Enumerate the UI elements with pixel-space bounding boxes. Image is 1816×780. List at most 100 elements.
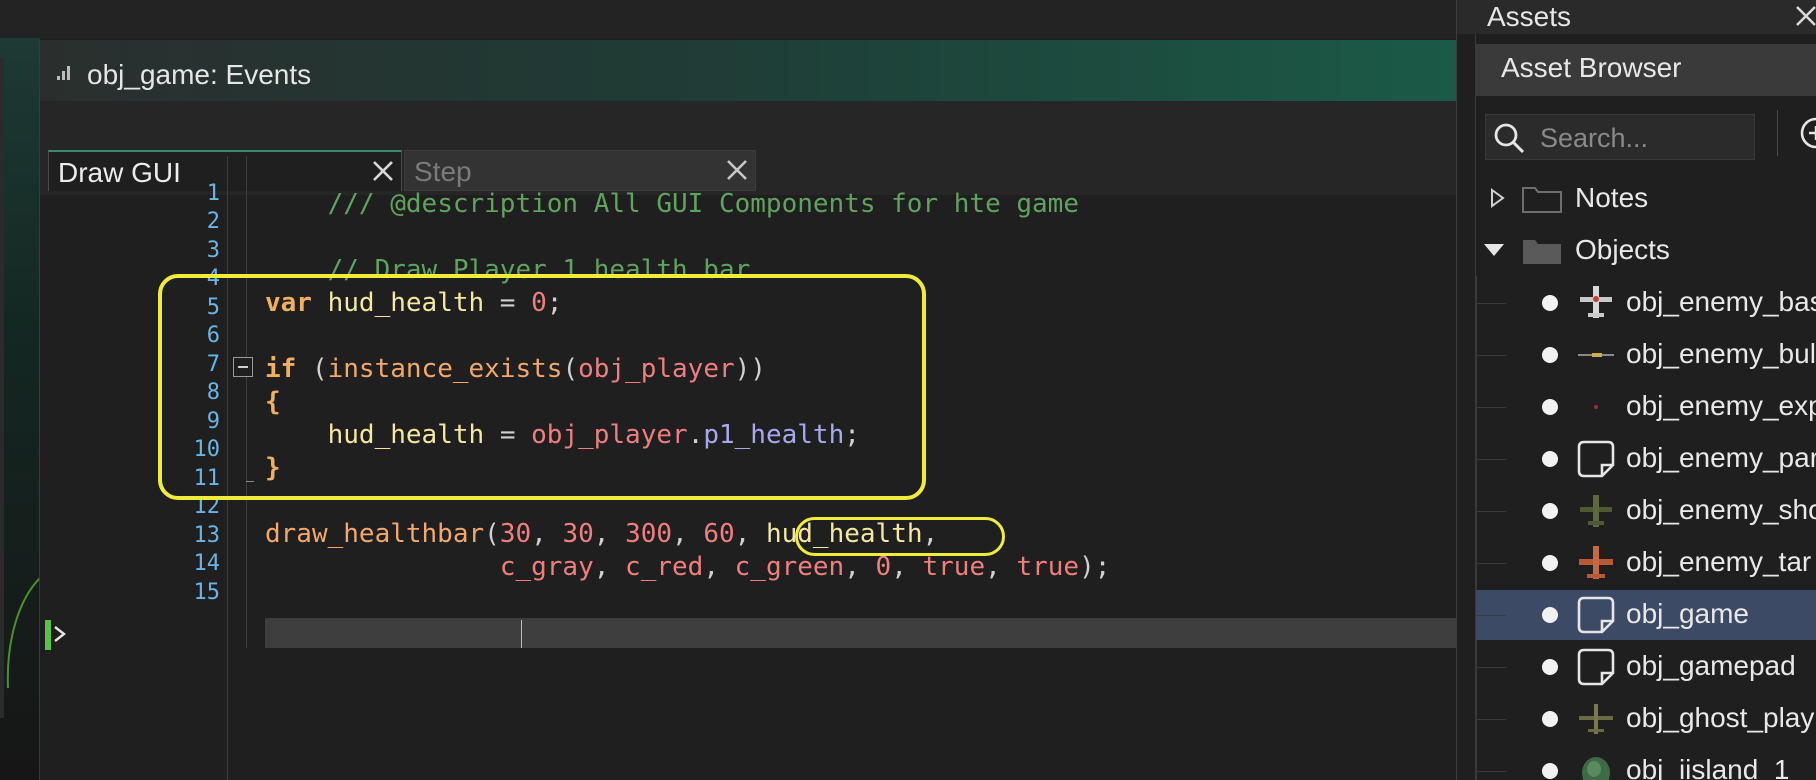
number: 0 [531,288,547,318]
variable: hud_health [311,288,485,318]
object-name: obj_player [531,420,688,450]
tree-item[interactable]: obj_enemy_tar [1476,538,1816,588]
code-line-8: { [265,386,281,419]
item-label: obj_ghost_play [1626,702,1815,733]
close-icon[interactable] [1793,3,1816,29]
operator: = [484,420,532,450]
tree-item[interactable]: obj_enemy_par [1476,434,1816,484]
punctuation: . [687,420,704,450]
punctuation: , [593,519,626,549]
tree-folder-notes[interactable]: Notes [1476,174,1816,224]
assets-header[interactable]: Assets [1457,0,1816,34]
object-icon [1577,440,1615,478]
folder-label: Objects [1575,234,1670,265]
number: 30 [562,519,594,549]
item-label: obj_enemy_tar [1626,546,1812,577]
folder-icon [1522,187,1562,213]
status-dot [1542,555,1558,571]
top-toolbar [0,0,1456,38]
line-number-gutter: 1 2 3 4 5 6 7 8 9 10 11 12 13 14 15 [40,181,228,780]
punctuation: ( [562,354,579,384]
tree-item[interactable]: obj_ghost_play [1476,694,1816,744]
number: 60 [703,519,735,549]
punctuation: ( [484,519,500,549]
tree-item[interactable]: obj_enemy_bas [1476,278,1816,328]
line-number: 12 [193,494,221,519]
tree-item[interactable]: obj_enemy_exp [1476,382,1816,432]
line-number: 5 [206,295,220,320]
plane-sprite-icon [1580,495,1612,527]
punctuation: , [985,552,1017,582]
comment: /// @description All GUI Components for … [327,189,1079,219]
chevron-down-icon[interactable] [1484,240,1504,260]
tree-item[interactable]: obj_enemy_bul [1476,330,1816,380]
line-number: 10 [193,437,221,462]
tree-folder-objects[interactable]: Objects [1476,226,1816,276]
brace: { [265,387,281,417]
explosion-sprite-icon [1594,405,1598,409]
object-icon [1577,596,1615,634]
item-label: obj_gamepad [1626,650,1796,681]
resize-grip-icon[interactable] [57,66,71,80]
tree-item[interactable]: obj_gamepad [1476,642,1816,692]
bookmark-marker [45,620,51,650]
punctuation: , [734,519,766,549]
tree-branch [1476,771,1506,772]
keyword: var [265,288,312,318]
assets-panel: Assets Asset Browser Notes [1456,0,1816,780]
constant: c_red [625,552,704,582]
fold-guide [246,156,247,648]
tree-branch [1476,615,1506,616]
item-label: obj_game [1626,598,1749,629]
search-icon [1494,123,1525,154]
tree-item-selected[interactable]: obj_game [1476,590,1816,640]
comment: // Draw Player 1 health bar [327,255,751,285]
punctuation: ; [844,420,860,450]
line-number: 3 [206,238,220,263]
object-icon [1577,648,1615,686]
tab-label: Asset Browser [1501,52,1682,83]
add-icon[interactable] [1797,114,1816,152]
punctuation: ( [296,354,328,384]
property: p1_health [703,420,845,450]
chevron-right-icon[interactable] [1487,188,1507,208]
status-dot [1542,503,1558,519]
line-number: 9 [206,409,220,434]
search-box[interactable] [1485,114,1755,160]
item-label: obj_enemy_bas [1626,286,1816,317]
item-label: obj_enemy_sho [1626,494,1816,525]
punctuation: , [593,552,626,582]
search-input[interactable] [1538,119,1752,157]
status-dot [1542,295,1558,311]
keyword: if [265,354,297,384]
constant: c_green [734,552,845,582]
item-label: obj_iisland_1 [1626,754,1790,780]
punctuation: , [922,519,939,549]
line-number: 13 [193,523,221,548]
number: 300 [625,519,673,549]
item-label: obj_enemy_exp [1626,390,1816,421]
tab-asset-browser[interactable]: Asset Browser [1476,44,1816,96]
constant: true [1016,552,1080,582]
editor-title-bar[interactable]: obj_game: Events [40,40,1457,102]
status-dot [1542,763,1558,779]
current-line-arrow-icon [54,626,66,642]
constant: c_gray [499,552,594,582]
punctuation: , [844,552,876,582]
tree-item[interactable]: obj_enemy_sho [1476,486,1816,536]
fold-toggle[interactable] [233,357,253,377]
punctuation: ; [546,288,563,318]
code-line-3: // Draw Player 1 health bar [265,221,751,285]
code-line-5: var hud_health = 0; [265,287,562,320]
code-line-12: draw_healthbar(30, 30, 300, 60, hud_heal… [265,518,938,551]
fold-end-marker [246,481,254,482]
status-dot [1542,451,1558,467]
punctuation: , [703,552,735,582]
tree-item[interactable]: obj_iisland_1 [1476,746,1816,780]
plane-sprite-icon [1579,546,1613,579]
tree-branch [1476,511,1506,512]
code-line-1: /// @description All GUI Components for … [265,155,1079,219]
code-line-13: c_gray, c_red, c_green, 0, true, true); [265,551,1111,584]
status-dot [1542,659,1558,675]
